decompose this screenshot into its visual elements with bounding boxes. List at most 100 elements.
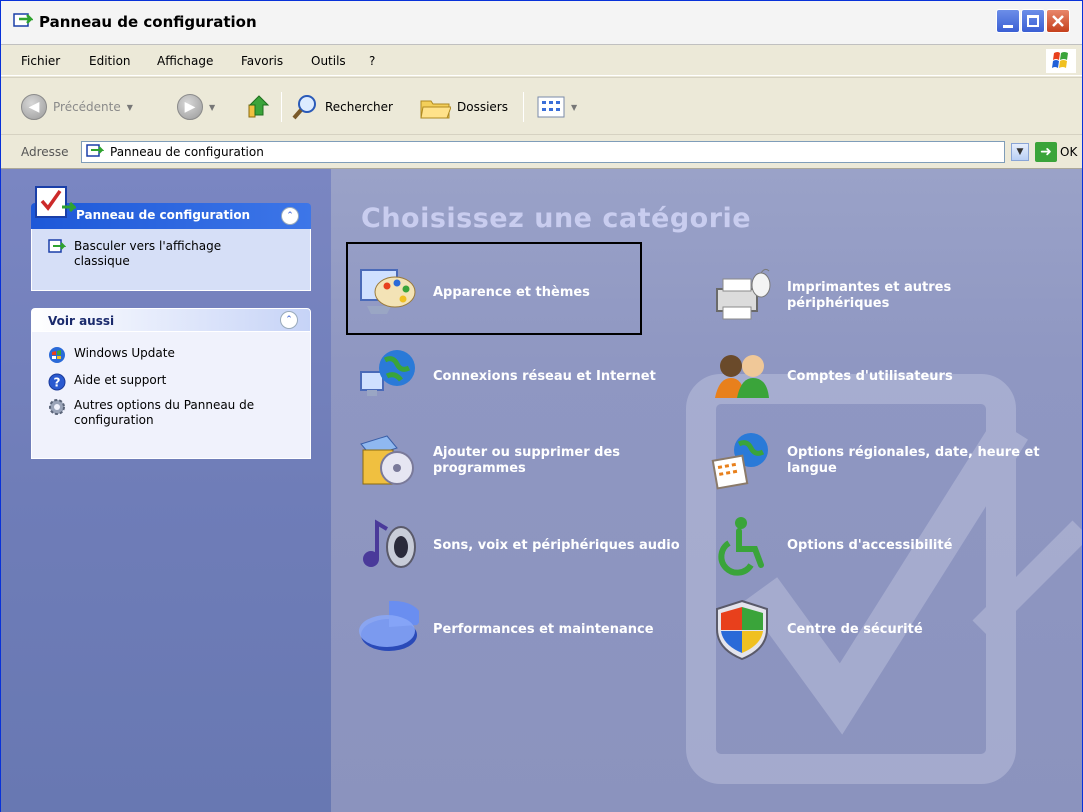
appearance-themes-icon xyxy=(360,269,416,314)
category-accessibility-label: Options d'accessibilité xyxy=(787,538,953,553)
forward-button[interactable]: ▶ ▼ xyxy=(177,92,215,122)
back-button[interactable]: ◀ Précédente ▼ xyxy=(21,92,133,122)
help-support-link[interactable]: ? Aide et support xyxy=(48,373,274,391)
switch-classic-view-link[interactable]: Basculer vers l'affichage classique xyxy=(48,239,274,269)
add-remove-programs-icon xyxy=(360,435,414,485)
go-arrow-icon[interactable]: ➜ xyxy=(1035,142,1057,162)
category-printers-devices[interactable]: Imprimantes et autres périphériques xyxy=(711,265,1007,327)
windows-update-icon xyxy=(49,347,65,363)
view-grid-icon xyxy=(537,96,565,118)
performance-pie-icon xyxy=(359,600,419,651)
svg-text:?: ? xyxy=(54,376,61,390)
address-bar: Adresse Panneau de configuration ▼ ➜ OK xyxy=(1,136,1082,168)
toolbar: ◀ Précédente ▼ ▶ ▼ Rechercher Dossiers ▼ xyxy=(1,77,1082,135)
regional-options-icon xyxy=(711,433,768,490)
network-globe-icon xyxy=(360,350,415,396)
folder-icon xyxy=(420,100,451,119)
category-network-internet-label: Connexions réseau et Internet xyxy=(433,369,656,384)
menu-favoris[interactable]: Favoris xyxy=(241,54,283,68)
collapse-icon[interactable]: ⌃ xyxy=(281,207,299,225)
switch-classic-view-label: Basculer vers l'affichage classique xyxy=(74,239,222,268)
back-arrow-icon: ◀ xyxy=(21,94,47,120)
control-panel-window: Panneau de configuration Fichier Edition… xyxy=(0,0,1083,812)
accessibility-icon xyxy=(718,517,764,576)
back-label: Précédente xyxy=(53,100,121,114)
category-accessibility[interactable]: Options d'accessibilité xyxy=(711,515,987,577)
category-user-accounts[interactable]: Comptes d'utilisateurs xyxy=(711,346,977,408)
category-security-center-label: Centre de sécurité xyxy=(787,622,923,637)
maximize-button[interactable] xyxy=(1021,9,1045,33)
close-button[interactable] xyxy=(1046,9,1070,33)
menu-fichier[interactable]: Fichier xyxy=(21,54,60,68)
category-performance-maintenance[interactable]: Performances et maintenance xyxy=(357,599,673,661)
control-panel-icon xyxy=(13,13,33,27)
see-also-box: Voir aussi ⌃ Windows Update ? Aide et su… xyxy=(31,308,311,459)
printer-icon xyxy=(716,268,771,320)
search-label: Rechercher xyxy=(325,100,393,114)
category-add-remove-programs[interactable]: Ajouter ou supprimer des programmes xyxy=(357,430,633,492)
control-panel-box-title: Panneau de configuration xyxy=(76,208,251,222)
title-bar[interactable]: Panneau de configuration xyxy=(1,1,1082,45)
other-options-link[interactable]: Autres options du Panneau de configurati… xyxy=(48,398,274,428)
security-shield-icon xyxy=(716,599,768,661)
menu-edition[interactable]: Edition xyxy=(89,54,131,68)
see-also-title: Voir aussi xyxy=(48,314,115,328)
views-button[interactable]: ▼ xyxy=(537,92,577,122)
address-input[interactable]: Panneau de configuration xyxy=(81,141,1005,163)
windows-update-link[interactable]: Windows Update xyxy=(48,346,274,364)
control-panel-icon xyxy=(86,144,104,157)
address-label: Adresse xyxy=(21,145,69,159)
chevron-down-icon: ▼ xyxy=(209,102,216,112)
category-sounds-audio-label: Sons, voix et périphériques audio xyxy=(433,538,680,553)
address-value: Panneau de configuration xyxy=(110,145,264,159)
control-panel-icon xyxy=(48,239,66,253)
menu-bar: Fichier Edition Affichage Favoris Outils… xyxy=(1,46,1082,76)
category-appearance-themes-label: Apparence et thèmes xyxy=(433,285,590,300)
category-add-remove-programs-label: Ajouter ou supprimer des programmes xyxy=(433,445,621,476)
go-button[interactable]: OK xyxy=(1060,145,1077,159)
category-regional-options-label: Options régionales, date, heure et langu… xyxy=(787,445,1040,476)
category-network-internet[interactable]: Connexions réseau et Internet xyxy=(357,346,673,408)
collapse-icon[interactable]: ⌃ xyxy=(280,311,298,329)
windows-logo-icon xyxy=(1046,49,1076,73)
menu-affichage[interactable]: Affichage xyxy=(157,54,213,68)
window-title: Panneau de configuration xyxy=(39,13,257,31)
control-panel-box: Panneau de configuration ⌃ Basculer vers… xyxy=(31,186,311,291)
search-icon xyxy=(292,95,316,120)
menu-help[interactable]: ? xyxy=(369,54,375,68)
see-also-box-header[interactable]: Voir aussi ⌃ xyxy=(31,308,311,332)
gear-icon xyxy=(49,399,65,415)
windows-update-label: Windows Update xyxy=(74,346,175,360)
category-printers-devices-label: Imprimantes et autres périphériques xyxy=(787,280,952,311)
minimize-button[interactable] xyxy=(996,9,1020,33)
category-security-center[interactable]: Centre de sécurité xyxy=(711,599,987,661)
category-performance-maintenance-label: Performances et maintenance xyxy=(433,622,654,637)
category-pane: Choisissez une catégorie Apparence et th… xyxy=(331,169,1082,812)
up-arrow-icon xyxy=(248,95,270,118)
sound-speaker-icon xyxy=(363,519,416,568)
user-accounts-icon xyxy=(715,355,769,398)
category-regional-options[interactable]: Options régionales, date, heure et langu… xyxy=(711,430,1055,492)
folders-label: Dossiers xyxy=(457,100,508,114)
chevron-down-icon: ▼ xyxy=(126,102,133,112)
close-icon xyxy=(1052,15,1064,27)
folders-button[interactable]: Dossiers xyxy=(419,92,508,122)
category-sounds-audio[interactable]: Sons, voix et périphériques audio xyxy=(357,515,693,577)
control-panel-large-icon xyxy=(35,186,76,218)
category-heading: Choisissez une catégorie xyxy=(361,203,752,234)
address-dropdown-button[interactable]: ▼ xyxy=(1011,143,1029,161)
chevron-down-icon: ▼ xyxy=(571,102,578,112)
task-pane: Panneau de configuration ⌃ Basculer vers… xyxy=(1,169,331,812)
help-icon: ? xyxy=(48,373,66,391)
other-options-label: Autres options du Panneau de configurati… xyxy=(74,398,255,427)
search-button[interactable]: Rechercher xyxy=(291,92,393,122)
toolbar-separator xyxy=(281,92,282,122)
help-support-label: Aide et support xyxy=(74,373,167,387)
forward-arrow-icon: ▶ xyxy=(177,94,203,120)
category-user-accounts-label: Comptes d'utilisateurs xyxy=(787,369,953,384)
up-folder-button[interactable] xyxy=(245,92,273,122)
toolbar-separator xyxy=(523,92,524,122)
menu-outils[interactable]: Outils xyxy=(311,54,346,68)
category-appearance-themes[interactable]: Apparence et thèmes xyxy=(357,262,623,324)
content-area: Panneau de configuration ⌃ Basculer vers… xyxy=(1,168,1082,812)
